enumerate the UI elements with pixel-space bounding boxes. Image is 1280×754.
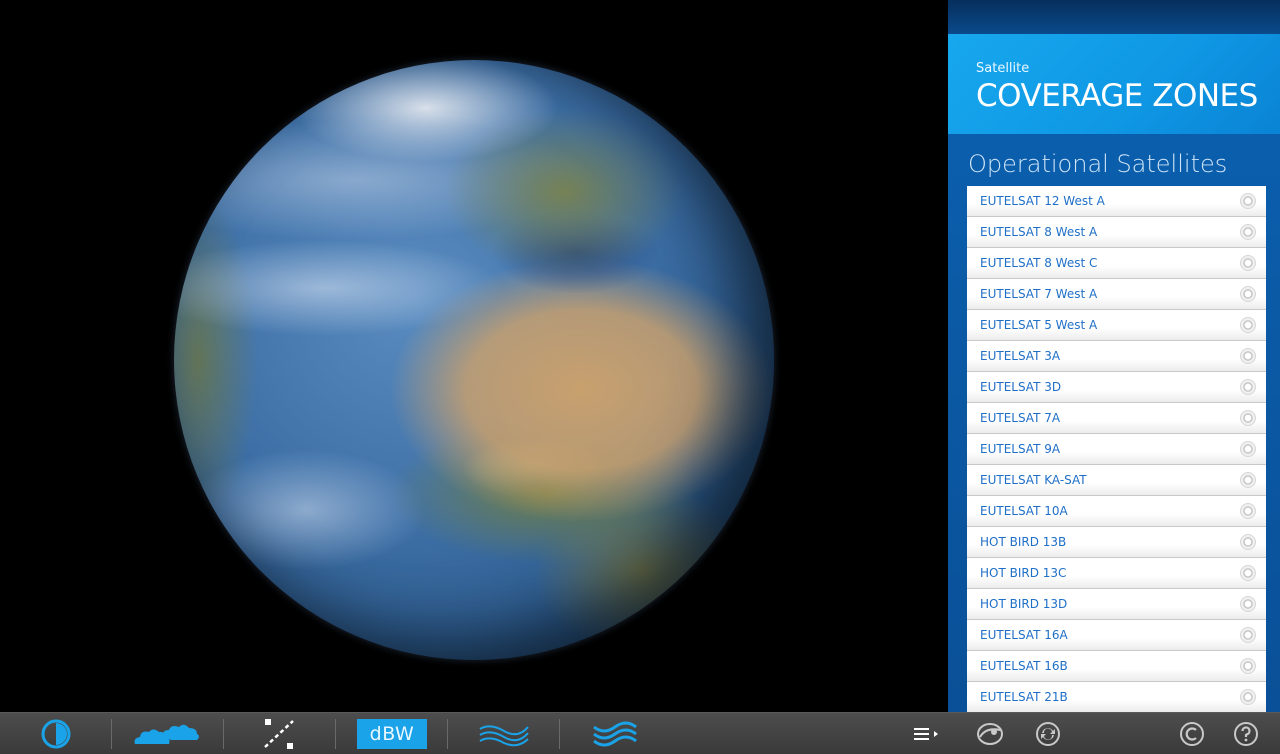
satellite-label: EUTELSAT KA-SAT [980,473,1087,487]
radio-icon[interactable] [1240,348,1256,364]
satellite-label: EUTELSAT 9A [980,442,1061,456]
radio-icon[interactable] [1240,224,1256,240]
satellite-label: EUTELSAT 16B [980,659,1068,673]
satellite-list-item[interactable]: EUTELSAT 21B [967,682,1266,712]
satellite-list-item[interactable]: EUTELSAT 16A [967,620,1266,651]
satellite-list-item[interactable]: HOT BIRD 13B [967,527,1266,558]
satellite-list-item[interactable]: EUTELSAT 9A [967,434,1266,465]
earth-globe[interactable] [174,60,774,660]
satellite-label: EUTELSAT 16A [980,628,1068,642]
radio-icon[interactable] [1240,286,1256,302]
radio-icon[interactable] [1240,410,1256,426]
radio-icon[interactable] [1240,565,1256,581]
satellite-list-item[interactable]: HOT BIRD 13D [967,589,1266,620]
panel-header: Satellite COVERAGE ZONES [948,34,1280,134]
satellite-label: HOT BIRD 13B [980,535,1067,549]
help-icon[interactable] [1232,720,1260,748]
radio-icon[interactable] [1240,503,1256,519]
satellite-label: EUTELSAT 21B [980,690,1068,704]
satellite-list-item[interactable]: EUTELSAT 10A [967,496,1266,527]
panel-top-bar [948,0,1280,34]
satellite-label: EUTELSAT 12 West A [980,194,1105,208]
satellite-label: HOT BIRD 13C [980,566,1067,580]
bottom-toolbar: dBW [0,712,948,754]
globe-icon[interactable] [976,720,1004,748]
day-night-icon[interactable] [36,713,76,754]
radio-icon[interactable] [1240,689,1256,705]
satellite-label: EUTELSAT 3A [980,349,1061,363]
satellite-list[interactable]: EUTELSAT 12 West A EUTELSAT 8 West A EUTEL… [967,186,1266,712]
satellite-list-item[interactable]: EUTELSAT 3A [967,341,1266,372]
header-subtitle: Satellite [976,61,1030,76]
satellite-list-item[interactable]: EUTELSAT 12 West A [967,186,1266,217]
satellite-list-item[interactable]: EUTELSAT 8 West A [967,217,1266,248]
satellite-label: EUTELSAT 3D [980,380,1062,394]
satellite-label: EUTELSAT 5 West A [980,318,1098,332]
waves-icon[interactable] [588,713,642,754]
refresh-icon[interactable] [1034,720,1062,748]
radio-icon[interactable] [1240,596,1256,612]
satellite-list-item[interactable]: EUTELSAT 5 West A [967,310,1266,341]
panel-footer [948,712,1280,754]
satellite-list-item[interactable]: EUTELSAT KA-SAT [967,465,1266,496]
satellite-label: EUTELSAT 7A [980,411,1061,425]
radio-icon[interactable] [1240,193,1256,209]
dbw-label: dBW [357,719,427,749]
satellite-label: EUTELSAT 8 West C [980,256,1098,270]
menu-icon[interactable] [910,713,942,754]
radio-icon[interactable] [1240,534,1256,550]
radio-icon[interactable] [1240,317,1256,333]
satellite-list-item[interactable]: EUTELSAT 7A [967,403,1266,434]
header-title: COVERAGE ZONES [976,78,1258,114]
satellite-label: EUTELSAT 10A [980,504,1068,518]
radio-icon[interactable] [1240,658,1256,674]
satellite-list-item[interactable]: EUTELSAT 16B [967,651,1266,682]
list-title: Operational Satellites [968,150,1228,178]
copyright-icon[interactable] [1178,720,1206,748]
globe-viewport[interactable] [0,0,948,712]
orbit-icon[interactable] [258,713,300,754]
radio-icon[interactable] [1240,627,1256,643]
radio-icon[interactable] [1240,255,1256,271]
satellite-list-item[interactable]: EUTELSAT 3D [967,372,1266,403]
clouds-icon[interactable] [130,713,202,754]
dbw-button[interactable]: dBW [356,713,428,754]
satellite-list-item[interactable]: EUTELSAT 8 West C [967,248,1266,279]
satellite-label: EUTELSAT 7 West A [980,287,1098,301]
waves-icon[interactable] [474,713,534,754]
satellite-label: EUTELSAT 8 West A [980,225,1098,239]
radio-icon[interactable] [1240,379,1256,395]
radio-icon[interactable] [1240,441,1256,457]
radio-icon[interactable] [1240,472,1256,488]
satellite-label: HOT BIRD 13D [980,597,1068,611]
satellite-list-item[interactable]: EUTELSAT 7 West A [967,279,1266,310]
satellite-list-item[interactable]: HOT BIRD 13C [967,558,1266,589]
